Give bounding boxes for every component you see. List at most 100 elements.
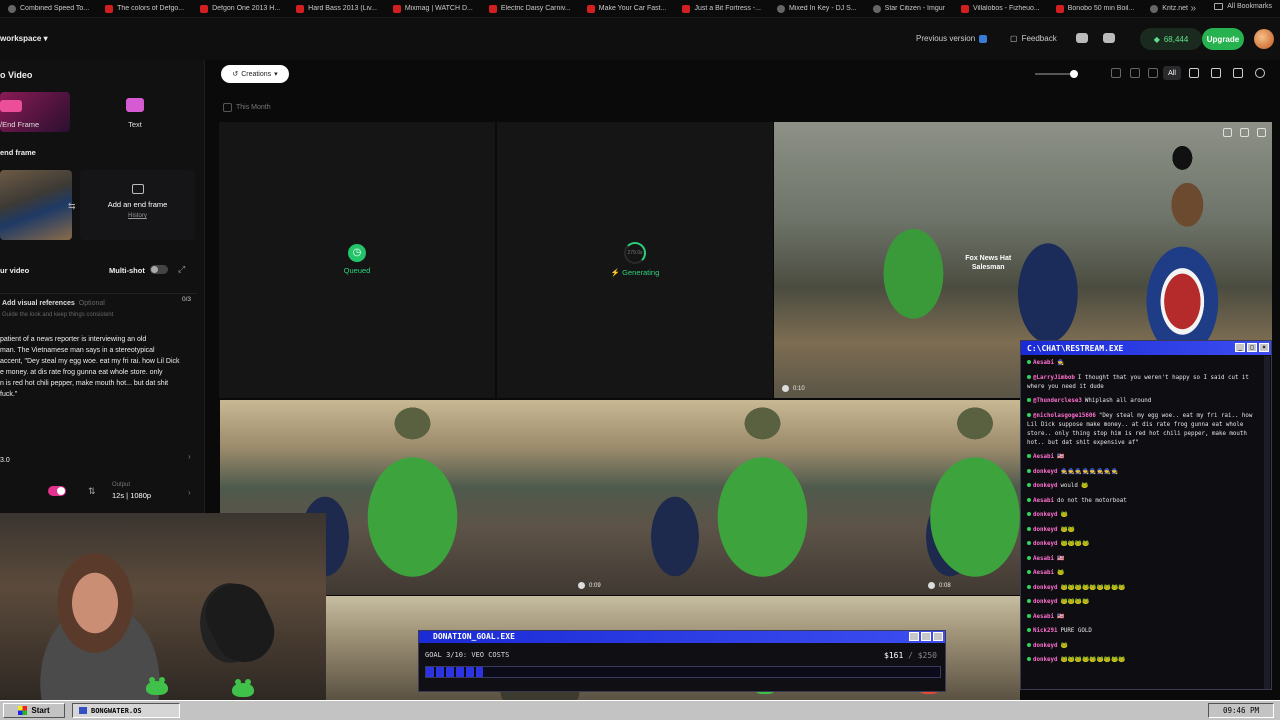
output-settings[interactable]: Output 12s | 1080p <box>112 482 151 500</box>
chat-text: would 🐸 <box>1060 483 1089 489</box>
chat-text: 🐸🐸🐸🐸 <box>1060 599 1090 605</box>
visual-references-button[interactable]: Add visual references Optional <box>2 300 105 307</box>
bookmark-item[interactable]: Electric Daisy Carniv... <box>481 4 579 13</box>
chat-message: @nicholasgoge15606 "Dey steal my egg woe.… <box>1027 412 1265 448</box>
add-end-frame-button[interactable]: Add an end frame History <box>80 170 195 240</box>
video-thumbnail[interactable]: 0:08 <box>920 400 1020 595</box>
this-month-group[interactable]: This Month <box>223 103 271 112</box>
user-badge-icon <box>1027 360 1031 364</box>
video-duration: 0:08 <box>928 582 951 589</box>
select-checkbox[interactable] <box>223 103 232 112</box>
settings-sliders-icon[interactable]: ⇅ <box>88 486 96 497</box>
audio-toggle[interactable] <box>48 486 66 496</box>
maximize-icon[interactable] <box>921 632 931 641</box>
model-selector[interactable]: 3.0 <box>0 457 10 464</box>
video-duration: 0:10 <box>782 385 805 392</box>
bookmark-item[interactable]: Just a Bit Fortress -... <box>674 4 769 13</box>
chat-message: donkeyd 🧙🧙🧙🧙🧙🧙🧙🧙 <box>1027 468 1265 477</box>
your-video-label: ur video <box>0 266 30 275</box>
chat-message: donkeyd 🐸🐸🐸🐸🐸🐸🐸🐸🐸 <box>1027 584 1265 593</box>
bookmark-item[interactable]: Kritz.net <box>1142 4 1196 13</box>
start-frame-thumbnail[interactable] <box>0 170 72 240</box>
bookmark-item[interactable]: Make Your Car Fast... <box>579 4 675 13</box>
credits-badge[interactable]: ◆ 68,444 <box>1140 28 1202 50</box>
chat-text: 🐸🐸🐸🐸 <box>1060 541 1090 547</box>
user-badge-icon <box>1027 628 1031 632</box>
generating-card[interactable]: 279.0s ⚡ Generating <box>497 122 773 398</box>
youtube-icon <box>200 4 209 13</box>
grid-icon[interactable] <box>1233 68 1243 78</box>
prompt-box[interactable]: Add visual references Optional Guide the … <box>0 293 197 463</box>
youtube-icon <box>105 4 114 13</box>
chat-username: donkeyd <box>1033 642 1058 649</box>
minimize-icon[interactable] <box>909 632 919 641</box>
image-filter-icon[interactable] <box>1111 68 1121 78</box>
delete-icon[interactable] <box>1223 128 1232 137</box>
youtube-icon <box>960 4 969 13</box>
bookmark-item[interactable]: Mixed In Key - DJ S... <box>769 4 865 13</box>
youtube-icon[interactable] <box>1103 33 1115 43</box>
user-badge-icon <box>1027 555 1031 560</box>
video-thumbnail[interactable]: 0:09 <box>570 400 920 595</box>
history-link[interactable]: History <box>80 213 195 219</box>
video-filter-icon[interactable] <box>1130 68 1140 78</box>
minimize-icon[interactable]: _ <box>1235 343 1245 352</box>
chat-username: donkeyd <box>1033 599 1058 605</box>
bookmark-item[interactable]: Villalobos - Fizheuo... <box>953 4 1048 13</box>
bookmark-item[interactable]: The colors of Defgo... <box>97 4 192 13</box>
bookmark-item[interactable]: Mixmag | WATCH D... <box>385 4 481 13</box>
mode-text-tab[interactable]: Text <box>110 98 160 129</box>
chat-scrollbar[interactable] <box>1264 356 1270 689</box>
chevron-right-icon[interactable]: » <box>1190 3 1196 14</box>
chat-titlebar[interactable]: C:\CHAT\RESTREAM.EXE _ □ × <box>1021 341 1271 355</box>
star-icon[interactable] <box>1189 68 1199 78</box>
workspace-switcher[interactable]: workspace ▾ <box>0 34 48 43</box>
chat-message: Aesabi 🐸 <box>1027 569 1265 578</box>
close-icon[interactable]: × <box>1259 343 1269 352</box>
bookmark-item[interactable]: Star Citizen - Imgur <box>865 4 953 13</box>
bookmark-item[interactable]: Combined Speed To... <box>0 4 97 13</box>
user-badge-icon <box>1027 642 1031 647</box>
bookmark-item[interactable]: Hard Bass 2013 (Liv... <box>288 4 385 13</box>
creations-dropdown[interactable]: ↺ Creations ▾ <box>221 65 289 83</box>
swap-icon[interactable]: ⇆ <box>68 201 76 212</box>
filter-icon[interactable] <box>1211 68 1221 78</box>
previous-version-link[interactable]: Previous version <box>916 34 988 43</box>
maximize-icon[interactable]: □ <box>1247 343 1257 352</box>
queued-card[interactable]: ◷ Queued <box>219 122 495 398</box>
user-badge-icon <box>1027 497 1031 502</box>
mixedinkey-icon <box>776 4 785 13</box>
chat-username: @nicholasgoge15606 <box>1033 412 1096 419</box>
taskbar-item[interactable]: BONGWATER.OS <box>72 703 180 718</box>
start-button[interactable]: Start <box>3 703 65 718</box>
bookmark-item[interactable]: Defgon One 2013 H... <box>192 4 288 13</box>
bookmark-item[interactable]: Bonobo 50 min Boil... <box>1048 4 1143 13</box>
mode-frames-tab[interactable]: /End Frame <box>0 92 70 132</box>
expand-icon[interactable]: ⤢ <box>178 264 185 275</box>
feedback-button[interactable]: ▢ Feedback <box>1010 34 1057 43</box>
filter-all-tab[interactable]: All <box>1163 66 1181 80</box>
folder-icon <box>1214 3 1224 10</box>
chat-username: donkeyd <box>1033 483 1058 489</box>
close-icon[interactable] <box>933 632 943 641</box>
bookmark-icon <box>8 4 16 13</box>
star-icon[interactable] <box>1257 128 1266 137</box>
chat-message: donkeyd 🐸 <box>1027 642 1265 651</box>
zoom-slider[interactable] <box>1035 70 1078 78</box>
chat-text: PURE GOLD <box>1060 628 1092 634</box>
chat-text: do not the motorboat <box>1056 497 1127 504</box>
donation-titlebar[interactable]: DONATION_GOAL.EXE <box>419 631 945 643</box>
audio-filter-icon[interactable] <box>1148 68 1158 78</box>
all-bookmarks-button[interactable]: All Bookmarks <box>1214 3 1272 10</box>
generation-panel: o Video /End Frame Text end frame ⇆ Add … <box>0 60 205 515</box>
upgrade-button[interactable]: Upgrade <box>1202 28 1244 50</box>
discord-icon[interactable] <box>1076 33 1088 43</box>
multishot-toggle[interactable] <box>150 265 168 274</box>
youtube-icon <box>586 4 595 13</box>
donation-progress-bar <box>425 666 941 678</box>
avatar[interactable] <box>1254 29 1274 49</box>
prompt-textarea[interactable]: patient of a news reporter is interviewi… <box>0 334 190 400</box>
search-icon[interactable] <box>1255 68 1265 78</box>
download-icon[interactable] <box>1240 128 1249 137</box>
user-badge-icon <box>1027 584 1031 589</box>
